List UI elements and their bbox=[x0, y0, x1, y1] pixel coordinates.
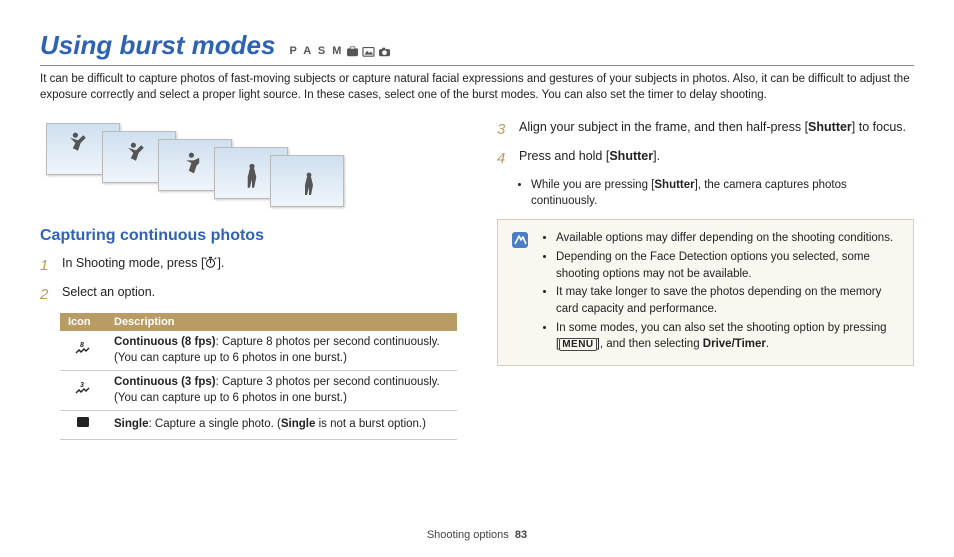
r3-bold2: Single bbox=[281, 418, 316, 430]
step-text: In Shooting mode, press []. bbox=[62, 255, 457, 276]
menu-button-label: MENU bbox=[559, 338, 596, 351]
th-desc: Description bbox=[106, 313, 457, 331]
table-row: Single: Capture a single photo. (Single … bbox=[60, 411, 457, 440]
mode-letters: P A S M bbox=[289, 45, 343, 57]
step-number: 4 bbox=[497, 148, 509, 169]
step-1-pre: In Shooting mode, press [ bbox=[62, 256, 204, 270]
step-text: Press and hold [Shutter]. bbox=[519, 148, 914, 169]
section-subtitle: Capturing continuous photos bbox=[40, 227, 457, 245]
svg-text:3: 3 bbox=[80, 382, 84, 389]
step-4-sublist: While you are pressing [Shutter], the ca… bbox=[497, 177, 914, 209]
step-text: Select an option. bbox=[62, 284, 457, 305]
r3-text: : Capture a single photo. ( bbox=[149, 418, 281, 430]
list-item: While you are pressing [Shutter], the ca… bbox=[531, 177, 914, 209]
step-4: 4 Press and hold [Shutter]. bbox=[497, 148, 914, 169]
s4-pre: Press and hold [ bbox=[519, 149, 609, 163]
s3-bold: Shutter bbox=[808, 120, 852, 134]
left-column: Capturing continuous photos 1 In Shootin… bbox=[40, 119, 457, 440]
svg-text:8: 8 bbox=[80, 342, 84, 349]
s4-post: ]. bbox=[653, 149, 660, 163]
thumb-5 bbox=[270, 155, 344, 207]
icon-3fps: 3 bbox=[60, 371, 106, 411]
list-item: Depending on the Face Detection options … bbox=[556, 249, 901, 282]
step-3: 3 Align your subject in the frame, and t… bbox=[497, 119, 914, 140]
icon-single bbox=[60, 411, 106, 440]
sub-pre: While you are pressing [ bbox=[531, 179, 654, 191]
mode-indicators: P A S M bbox=[289, 45, 391, 57]
footer-page-number: 83 bbox=[515, 529, 527, 541]
desc-3fps: Continuous (3 fps): Capture 3 photos per… bbox=[106, 371, 457, 411]
list-item: It may take longer to save the photos de… bbox=[556, 284, 901, 317]
step-number: 2 bbox=[40, 284, 52, 305]
r2-bold: Continuous (3 fps) bbox=[114, 376, 216, 388]
note-box: Available options may differ depending o… bbox=[497, 219, 914, 366]
r3-bold: Single bbox=[114, 418, 149, 430]
intro-paragraph: It can be difficult to capture photos of… bbox=[40, 72, 914, 103]
footer-section: Shooting options bbox=[427, 529, 509, 541]
page-title: Using burst modes bbox=[40, 30, 275, 61]
s4-bold: Shutter bbox=[609, 149, 653, 163]
manual-page: Using burst modes P A S M It can be diff… bbox=[0, 0, 954, 557]
n4-bold: Drive/Timer bbox=[703, 338, 766, 350]
title-row: Using burst modes P A S M bbox=[40, 30, 914, 61]
list-item: Available options may differ depending o… bbox=[556, 230, 901, 247]
step-number: 1 bbox=[40, 255, 52, 276]
page-footer: Shooting options 83 bbox=[0, 529, 954, 541]
step-1-post: ]. bbox=[217, 256, 224, 270]
n4-mid: ], and then selecting bbox=[597, 338, 703, 350]
list-item: In some modes, you can also set the shoo… bbox=[556, 320, 901, 353]
step-number: 3 bbox=[497, 119, 509, 140]
n4-post: . bbox=[766, 338, 769, 350]
sub-bold: Shutter bbox=[654, 179, 694, 191]
scene-mode-icon bbox=[362, 46, 375, 57]
table-row: 8 Continuous (8 fps): Capture 8 photos p… bbox=[60, 331, 457, 371]
step-2: 2 Select an option. bbox=[40, 284, 457, 305]
step-text: Align your subject in the frame, and the… bbox=[519, 119, 914, 140]
note-list: Available options may differ depending o… bbox=[540, 230, 901, 355]
options-table: Icon Description 8 Continuous (8 fps): C… bbox=[60, 313, 457, 440]
desc-8fps: Continuous (8 fps): Capture 8 photos per… bbox=[106, 331, 457, 371]
step-1: 1 In Shooting mode, press []. bbox=[40, 255, 457, 276]
right-column: 3 Align your subject in the frame, and t… bbox=[497, 119, 914, 440]
title-divider bbox=[40, 65, 914, 66]
s3-pre: Align your subject in the frame, and the… bbox=[519, 120, 808, 134]
burst-illustration bbox=[46, 123, 457, 207]
r3-text2: is not a burst option.) bbox=[315, 418, 426, 430]
r1-bold: Continuous (8 fps) bbox=[114, 336, 216, 348]
smart-mode-icon bbox=[346, 46, 359, 57]
note-icon bbox=[510, 230, 530, 250]
s3-post: ] to focus. bbox=[852, 120, 906, 134]
icon-8fps: 8 bbox=[60, 331, 106, 371]
drive-timer-icon bbox=[204, 256, 217, 269]
table-row: 3 Continuous (3 fps): Capture 3 photos p… bbox=[60, 371, 457, 411]
table-header-row: Icon Description bbox=[60, 313, 457, 331]
th-icon: Icon bbox=[60, 313, 106, 331]
camera-mode-icon bbox=[378, 46, 391, 57]
desc-single: Single: Capture a single photo. (Single … bbox=[106, 411, 457, 440]
